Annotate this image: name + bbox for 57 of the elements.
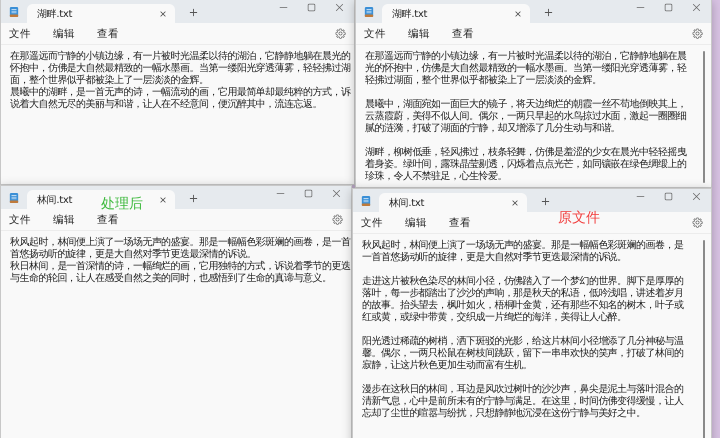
new-tab-icon[interactable]: [541, 197, 550, 206]
menu-item[interactable]: 查看: [449, 216, 471, 230]
text-paragraph: 在那遥远而宁静的小镇边缘，有一片被时光温柔以待的湖泊，它静静地躺在晨光的怀抱中，仿佛是大自然最精致的一幅水墨画。当第一缕阳光穿透薄雾，轻轻拂过湖面，整个世界似乎都被染上了一层淡淡的金辉。: [10, 51, 352, 86]
notepad-icon: [361, 195, 371, 207]
notepad-icon: [364, 6, 374, 18]
text-paragraph: 晨曦中的湖畔，是一首无声的诗，一幅流动的画，它用最简单却最纯粹的方式，诉说着大自然无尽的美丽与和谐，让人在不经意间，便沉醉其中，流连忘返。: [10, 87, 352, 111]
menu-item[interactable]: 文件: [364, 26, 386, 40]
menu-item[interactable]: 文件: [361, 216, 383, 230]
settings-icon[interactable]: [692, 217, 703, 228]
tab-title: 林间.txt: [389, 196, 424, 210]
text-paragraph: 湖畔，柳树低垂，轻风拂过，枝条轻舞，仿佛是羞涩的少女在晨光中轻轻摇曳着身姿。绿叶间，露珠晶莹剔透，闪烁着点点光芒，如同镶嵌在绿色绸缎上的珍珠，令人不禁驻足，心生怜爱。: [365, 147, 688, 183]
close-icon[interactable]: [514, 10, 522, 18]
new-tab-icon[interactable]: [189, 8, 198, 17]
tab-title: 林间.txt: [37, 194, 72, 206]
menu-item[interactable]: 文件: [9, 26, 31, 40]
text-paragraph: 走进这片被秋色染尽的林间小径，仿佛踏入了一个梦幻的世界。脚下是厚厚的落叶，每一步都踏出了沙沙的声响，那是秋天的私语，低吟浅唱，讲述着岁月的故事。抬头望去，枫叶如火，梧桐叶金黄，还有那些不知名的树木，叶子或红或黄，或绿中带黄，交织成一片绚烂的海洋，美得让人心醉。: [362, 276, 684, 324]
file-tab[interactable]: 林间.txt: [379, 193, 527, 212]
settings-icon[interactable]: [332, 214, 343, 225]
tab-title: 湖畔.txt: [37, 8, 72, 20]
menu-item[interactable]: 编辑: [53, 26, 75, 40]
close-icon[interactable]: [692, 3, 701, 12]
close-icon[interactable]: [332, 189, 341, 198]
text-paragraph: 在那遥远而宁静的小镇边缘，有一片被时光温柔以待的湖泊，它静静地躺在晨光的怀抱中，仿佛是大自然最精致的一幅水墨画。当第一缕阳光穿透薄雾，轻轻拂过湖面，整个世界似乎都被染上了一层淡淡的金辉。: [365, 51, 688, 87]
notepad-icon: [9, 6, 19, 18]
file-tab[interactable]: 湖畔.txt: [27, 4, 175, 23]
close-icon[interactable]: [335, 3, 344, 12]
scrollbar[interactable]: [703, 240, 705, 438]
menu-item[interactable]: 查看: [97, 212, 119, 226]
maximize-icon[interactable]: [664, 3, 673, 12]
close-icon[interactable]: [159, 10, 167, 18]
menu-item[interactable]: 编辑: [405, 216, 427, 230]
menu-item[interactable]: 查看: [97, 26, 119, 40]
close-icon[interactable]: [159, 196, 167, 204]
settings-icon[interactable]: [692, 28, 703, 39]
annotation-label: 原文件: [558, 209, 600, 227]
new-tab-icon[interactable]: [189, 194, 198, 203]
menu-item[interactable]: 编辑: [53, 212, 75, 226]
text-paragraph: 秋风起时，林间便上演了一场场无声的盛宴。那是一幅幅色彩斑斓的画卷，是一首首悠扬动听的旋律，更是大自然对季节更迭最深情的诉说。: [10, 237, 351, 260]
menu-item[interactable]: 文件: [9, 212, 31, 226]
notepad-icon: [9, 192, 19, 204]
tab-title: 湖畔.txt: [392, 8, 428, 20]
file-tab[interactable]: 湖畔.txt: [382, 4, 530, 23]
text-paragraph: 晨曦中，湖面宛如一面巨大的镜子，将天边绚烂的朝霞一丝不苟地倒映其上，云蒸霞蔚，美得不似人间。偶尔，一两只早起的水鸟掠过水面，激起一圈圈细腻的涟漪，打破了湖面的宁静，却又增添了几分生动与和谐。: [365, 99, 688, 135]
close-icon[interactable]: [511, 198, 519, 206]
text-paragraph: 漫步在这秋日的林间，耳边是风吹过树叶的沙沙声，鼻尖是泥土与落叶混合的清新气息，心中是前所未有的宁静与满足。在这里，时间仿佛变得缓慢，让人忘却了尘世的喧嚣与纷扰，只想静静地沉浸在这份宁静与美好之中。: [362, 384, 684, 420]
settings-icon[interactable]: [335, 28, 346, 39]
menu-item[interactable]: 编辑: [408, 26, 430, 40]
new-tab-icon[interactable]: [544, 8, 553, 17]
text-paragraph: 阳光透过稀疏的树梢，洒下斑驳的光影，给这片林间小径增添了几分神秘与温馨。偶尔，一两只松鼠在树枝间跳跃，留下一串串欢快的笑声，打破了林间的寂静，让这片秋色更加生动而富有生机。: [362, 336, 685, 372]
scrollbar[interactable]: [703, 51, 705, 183]
maximize-icon[interactable]: [307, 3, 316, 12]
text-paragraph: 秋风起时，林间便上演了一场场无声的盛宴。那是一幅幅色彩斑斓的画卷，是一首首悠扬动听的旋律，更是大自然对季节更迭最深情的诉说。: [362, 240, 684, 264]
menu-item[interactable]: 查看: [452, 26, 474, 40]
text-paragraph: 秋日林间，是一首深情的诗，一幅绚烂的画，它用独特的方式，诉说着季节的更迭与生命的轮回，让人在感受自然之美的同时，也感悟到了生命的真谛与意义。: [10, 261, 351, 285]
close-icon[interactable]: [692, 192, 701, 201]
maximize-icon[interactable]: [304, 189, 313, 198]
maximize-icon[interactable]: [664, 192, 673, 201]
